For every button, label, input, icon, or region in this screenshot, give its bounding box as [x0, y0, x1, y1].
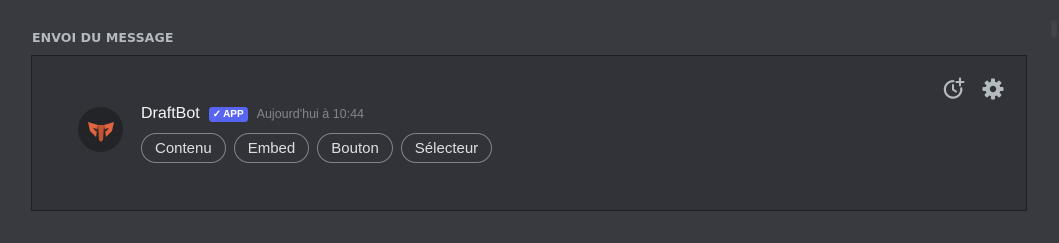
gear-icon[interactable] [980, 76, 1006, 102]
content-button[interactable]: Contenu [141, 133, 226, 163]
section-title: ENVOI DU MESSAGE [32, 30, 174, 45]
username[interactable]: DraftBot [141, 105, 200, 123]
select-menu-button[interactable]: Sélecteur [400, 133, 493, 163]
embed-button[interactable]: Embed [233, 133, 310, 163]
app-badge-label: APP [223, 108, 244, 120]
component-buttons: Contenu Embed Bouton Sélecteur [141, 133, 493, 163]
message-preview-panel: DraftBot ✓ APP Aujourd'hui à 10:44 Conte… [31, 55, 1027, 211]
clock-add-icon[interactable] [940, 76, 966, 102]
preview-actions [940, 76, 1006, 102]
scrollbar-thumb[interactable] [1051, 20, 1057, 38]
bot-avatar[interactable] [78, 107, 123, 152]
verified-check-icon: ✓ [212, 108, 222, 120]
button-button[interactable]: Bouton [317, 133, 393, 163]
message: DraftBot ✓ APP Aujourd'hui à 10:44 Conte… [141, 103, 493, 163]
timestamp: Aujourd'hui à 10:44 [256, 107, 364, 121]
app-badge: ✓ APP [208, 106, 248, 122]
draftbot-logo-icon [87, 121, 114, 142]
message-header: DraftBot ✓ APP Aujourd'hui à 10:44 [141, 103, 492, 125]
